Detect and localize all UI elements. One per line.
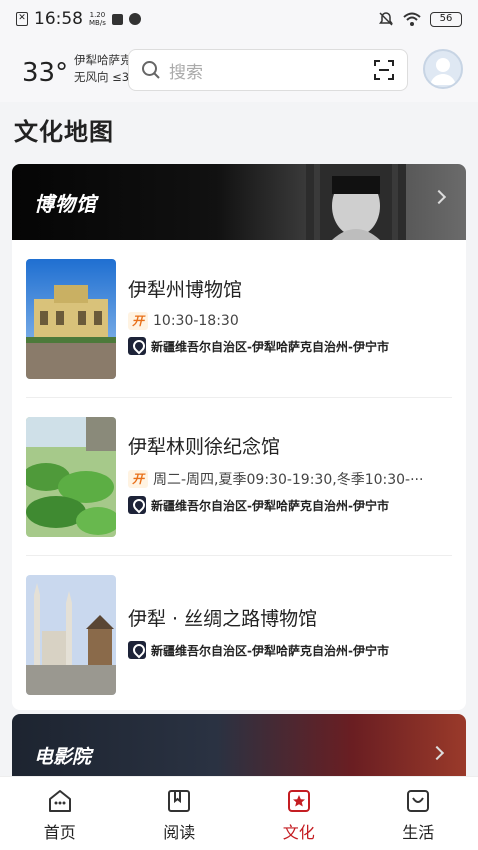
life-icon <box>407 790 430 812</box>
open-hours-icon: 开 <box>128 470 148 488</box>
status-bar: ✕ 16:58 1.20 MB/s 56 <box>0 0 478 38</box>
search-placeholder: 搜索 <box>169 62 203 83</box>
list-item[interactable]: 伊犁林则徐纪念馆 开 周二-周四,夏季09:30-19:30,冬季10:30-·… <box>26 398 452 556</box>
user-icon <box>430 58 456 85</box>
museum-photo <box>26 416 116 537</box>
chevron-right-icon[interactable] <box>431 189 447 205</box>
avatar[interactable] <box>423 49 463 89</box>
museum-card-title: 博物馆 <box>34 192 97 216</box>
battery-icon: 56 <box>430 11 462 27</box>
book-icon <box>168 790 191 812</box>
top-header: 33° 伊犁哈萨克自治州 无风向 ≤3 搜索 <box>0 38 478 102</box>
tab-life[interactable]: 生活 <box>359 777 478 850</box>
location-pin-icon <box>128 337 146 355</box>
bottom-tabbar: 首页 阅读 文化 生活 <box>0 776 478 850</box>
museum-address: 新疆维吾尔自治区-伊犁哈萨克自治州-伊宁市 <box>151 643 389 658</box>
tab-culture[interactable]: 文化 <box>239 777 359 850</box>
net-speed: 1.20 MB/s <box>89 11 106 27</box>
museum-name: 伊犁 · 丝绸之路博物馆 <box>128 608 318 630</box>
museum-banner[interactable]: 博物馆 <box>12 164 466 240</box>
app-notification-icon <box>128 13 141 25</box>
clock: 16:58 <box>34 9 83 29</box>
chevron-right-icon[interactable] <box>429 745 445 761</box>
museum-name: 伊犁林则徐纪念馆 <box>128 436 281 458</box>
cinema-card[interactable]: 电影院 <box>12 714 466 784</box>
home-icon <box>48 790 71 812</box>
culture-icon <box>287 790 310 812</box>
page-title: 文化地图 <box>14 118 114 146</box>
app-notification-icon <box>111 13 123 25</box>
location-pin-icon <box>128 641 146 659</box>
location-pin-icon <box>128 496 146 514</box>
open-hours-icon: 开 <box>128 312 148 330</box>
scan-icon[interactable] <box>373 59 395 81</box>
search-icon <box>142 61 160 79</box>
notification-x-icon: ✕ <box>16 12 28 26</box>
search-input[interactable]: 搜索 <box>128 49 408 91</box>
cinema-card-title: 电影院 <box>34 746 92 768</box>
museum-card: 博物馆 伊犁州博物馆 开 10:30-18:30 新疆维吾尔自治区-伊犁哈萨克自… <box>12 164 466 710</box>
museum-list: 伊犁州博物馆 开 10:30-18:30 新疆维吾尔自治区-伊犁哈萨克自治州-伊… <box>12 240 466 710</box>
museum-photo <box>26 258 116 379</box>
museum-address: 新疆维吾尔自治区-伊犁哈萨克自治州-伊宁市 <box>151 498 389 513</box>
statue-image <box>306 164 406 240</box>
list-item[interactable]: 伊犁 · 丝绸之路博物馆 新疆维吾尔自治区-伊犁哈萨克自治州-伊宁市 <box>26 556 452 710</box>
tab-reading[interactable]: 阅读 <box>120 777 240 850</box>
museum-photo <box>26 575 116 695</box>
museum-hours: 周二-周四,夏季09:30-19:30,冬季10:30-··· <box>153 472 424 488</box>
tab-home[interactable]: 首页 <box>0 777 120 850</box>
museum-name: 伊犁州博物馆 <box>128 279 243 301</box>
museum-hours: 10:30-18:30 <box>153 313 239 329</box>
list-item[interactable]: 伊犁州博物馆 开 10:30-18:30 新疆维吾尔自治区-伊犁哈萨克自治州-伊… <box>26 240 452 398</box>
museum-address: 新疆维吾尔自治区-伊犁哈萨克自治州-伊宁市 <box>151 339 389 354</box>
weather-temperature: 33° <box>22 58 69 88</box>
wifi-icon <box>403 12 421 26</box>
mute-icon <box>379 12 393 26</box>
